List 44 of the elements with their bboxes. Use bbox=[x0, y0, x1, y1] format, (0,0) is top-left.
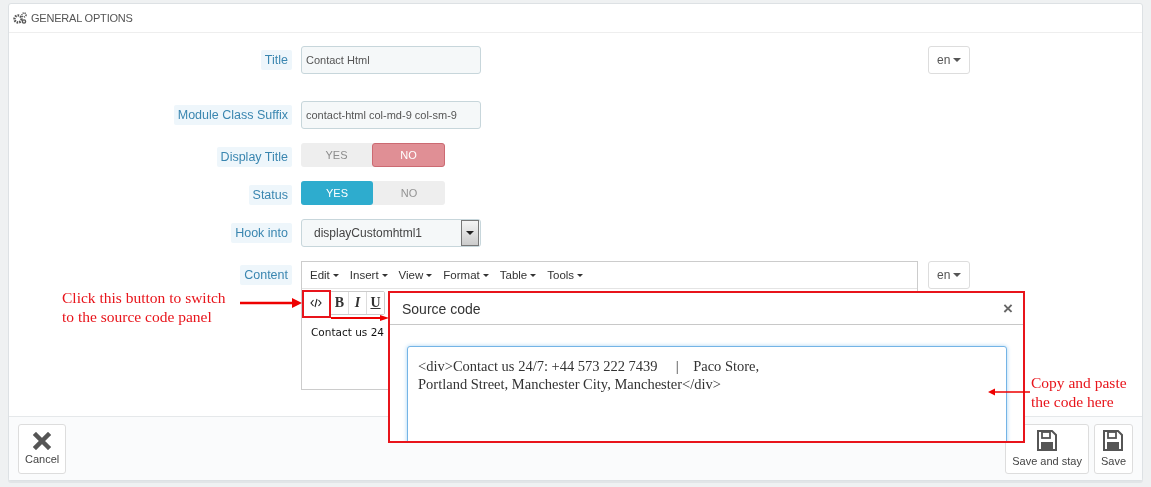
caret-icon bbox=[426, 273, 433, 277]
close-button[interactable]: × bbox=[1003, 298, 1013, 319]
menu-item[interactable]: Table bbox=[499, 269, 537, 281]
caret-icon bbox=[332, 273, 339, 277]
menu-item[interactable]: Insert bbox=[349, 269, 388, 281]
code-icon bbox=[310, 298, 322, 308]
field-label: Status bbox=[248, 185, 292, 205]
annotation-text: Copy and paste the code here bbox=[1031, 373, 1128, 411]
caret-icon bbox=[577, 273, 584, 277]
save-button[interactable]: Save bbox=[1093, 423, 1133, 474]
arrow bbox=[240, 298, 302, 308]
close-icon bbox=[33, 432, 52, 450]
dialog-title: Source code bbox=[402, 300, 481, 317]
text-field[interactable]: Contact Html bbox=[301, 46, 481, 74]
arrow bbox=[988, 388, 1030, 396]
cancel-button[interactable]: Cancel bbox=[18, 423, 67, 474]
language-dropdown[interactable]: en bbox=[928, 46, 971, 74]
menu-item[interactable]: Edit bbox=[310, 269, 339, 281]
save-button[interactable]: Save and stay bbox=[1005, 423, 1089, 474]
field-label: Display Title bbox=[216, 147, 292, 167]
menu-item[interactable]: Format bbox=[443, 269, 489, 281]
code-field[interactable]: <div>Contact us 24/7: +44 573 222 7439 | Paco Store, Portland Street, Manchester City, Manchester</div> bbox=[407, 346, 1007, 441]
gears-icon bbox=[13, 12, 27, 24]
text-field[interactable]: contact-html col-md-9 col-sm-9 bbox=[301, 101, 481, 129]
menu-item[interactable]: Tools bbox=[547, 269, 584, 281]
caret-icon bbox=[482, 273, 489, 277]
caret-icon bbox=[381, 273, 388, 277]
format-button[interactable]: B bbox=[331, 292, 349, 314]
field-label: Content bbox=[240, 265, 292, 285]
highlight-frame bbox=[302, 290, 331, 318]
format-button[interactable]: U bbox=[367, 292, 384, 314]
field-label: Title bbox=[260, 50, 292, 70]
language-dropdown[interactable]: en bbox=[928, 261, 971, 289]
arrow bbox=[331, 315, 389, 321]
panel-title: GENERAL OPTIONS bbox=[31, 12, 133, 24]
hook-select[interactable]: displayCustomhtml1 bbox=[301, 219, 481, 247]
field-label: Hook into bbox=[231, 223, 292, 243]
field-label: Module Class Suffix bbox=[173, 105, 292, 125]
annotation-text: Click this button to switch to the source code panel bbox=[62, 288, 227, 326]
menu-item[interactable]: View bbox=[398, 269, 433, 281]
editor-text: Contact us 24 bbox=[310, 325, 385, 340]
caret-icon bbox=[530, 273, 537, 277]
caret-icon bbox=[953, 58, 962, 62]
caret-icon bbox=[953, 273, 962, 277]
